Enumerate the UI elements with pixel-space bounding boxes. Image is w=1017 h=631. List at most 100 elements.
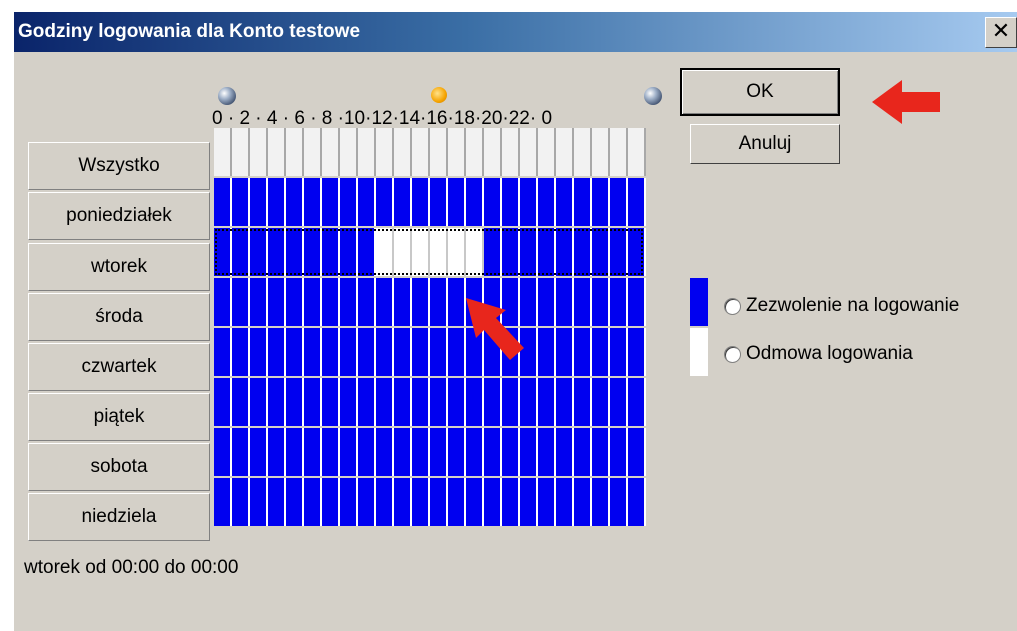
- hour-cell-allowed[interactable]: [232, 228, 250, 276]
- hour-cell-allowed[interactable]: [286, 378, 304, 426]
- hour-column-header[interactable]: [592, 128, 610, 176]
- hour-cell-allowed[interactable]: [412, 278, 430, 326]
- hour-cell-allowed[interactable]: [574, 278, 592, 326]
- hour-cell-allowed[interactable]: [430, 478, 448, 526]
- hour-column-header[interactable]: [268, 128, 286, 176]
- hour-cell-allowed[interactable]: [484, 428, 502, 476]
- logon-hours-grid[interactable]: [214, 128, 646, 528]
- hour-cell-allowed[interactable]: [466, 478, 484, 526]
- hour-column-header[interactable]: [250, 128, 268, 176]
- hour-cell-allowed[interactable]: [556, 478, 574, 526]
- day-button-saturday[interactable]: sobota: [28, 443, 210, 491]
- hour-cell-allowed[interactable]: [358, 478, 376, 526]
- hour-cell-allowed[interactable]: [502, 228, 520, 276]
- hour-cell-allowed[interactable]: [574, 378, 592, 426]
- hour-cell-allowed[interactable]: [430, 278, 448, 326]
- hour-cell-allowed[interactable]: [466, 178, 484, 226]
- hour-cell-allowed[interactable]: [574, 478, 592, 526]
- hour-cell-allowed[interactable]: [232, 278, 250, 326]
- day-button-friday[interactable]: piątek: [28, 393, 210, 441]
- hour-column-header[interactable]: [466, 128, 484, 176]
- hour-cell-allowed[interactable]: [286, 178, 304, 226]
- hour-cell-allowed[interactable]: [394, 428, 412, 476]
- hour-cell-allowed[interactable]: [268, 428, 286, 476]
- hour-column-header[interactable]: [412, 128, 430, 176]
- hour-cell-allowed[interactable]: [628, 228, 646, 276]
- ok-button[interactable]: OK: [680, 68, 840, 116]
- hour-column-header[interactable]: [358, 128, 376, 176]
- hour-cell-allowed[interactable]: [574, 228, 592, 276]
- hour-cell-allowed[interactable]: [628, 328, 646, 376]
- deny-logon-radio[interactable]: [724, 346, 741, 363]
- hour-cell-allowed[interactable]: [232, 178, 250, 226]
- hour-cell-allowed[interactable]: [448, 428, 466, 476]
- hour-cell-allowed[interactable]: [358, 378, 376, 426]
- day-button-sunday[interactable]: niedziela: [28, 493, 210, 541]
- hour-column-header[interactable]: [448, 128, 466, 176]
- hour-cell-allowed[interactable]: [322, 228, 340, 276]
- hour-cell-allowed[interactable]: [412, 478, 430, 526]
- hour-cell-allowed[interactable]: [340, 278, 358, 326]
- hour-cell-allowed[interactable]: [556, 378, 574, 426]
- hour-cell-allowed[interactable]: [214, 478, 232, 526]
- hour-cell-allowed[interactable]: [610, 228, 628, 276]
- hour-cell-allowed[interactable]: [250, 378, 268, 426]
- hour-cell-allowed[interactable]: [628, 428, 646, 476]
- hour-cell-allowed[interactable]: [538, 428, 556, 476]
- hour-cell-allowed[interactable]: [466, 428, 484, 476]
- hour-cell-allowed[interactable]: [322, 428, 340, 476]
- hour-cell-allowed[interactable]: [358, 278, 376, 326]
- allow-logon-radio[interactable]: [724, 298, 741, 315]
- hour-cell-allowed[interactable]: [232, 428, 250, 476]
- hour-cell-allowed[interactable]: [556, 278, 574, 326]
- hour-cell-allowed[interactable]: [322, 328, 340, 376]
- hour-cell-allowed[interactable]: [484, 228, 502, 276]
- hour-cell-allowed[interactable]: [430, 178, 448, 226]
- hour-cell-allowed[interactable]: [304, 228, 322, 276]
- hour-cell-allowed[interactable]: [556, 178, 574, 226]
- hour-cell-allowed[interactable]: [376, 178, 394, 226]
- hour-column-header[interactable]: [574, 128, 592, 176]
- hour-cell-allowed[interactable]: [412, 328, 430, 376]
- hour-column-header[interactable]: [484, 128, 502, 176]
- hour-cell-allowed[interactable]: [394, 178, 412, 226]
- hour-cell-allowed[interactable]: [286, 478, 304, 526]
- day-button-tuesday[interactable]: wtorek: [28, 243, 210, 291]
- hour-cell-denied[interactable]: [412, 228, 430, 276]
- hour-cell-allowed[interactable]: [628, 178, 646, 226]
- hour-cell-allowed[interactable]: [610, 378, 628, 426]
- hour-cell-denied[interactable]: [394, 228, 412, 276]
- hour-cell-allowed[interactable]: [304, 378, 322, 426]
- day-button-thursday[interactable]: czwartek: [28, 343, 210, 391]
- hour-cell-allowed[interactable]: [610, 178, 628, 226]
- hour-cell-allowed[interactable]: [502, 478, 520, 526]
- hour-cell-allowed[interactable]: [466, 378, 484, 426]
- hour-cell-allowed[interactable]: [538, 478, 556, 526]
- hour-cell-allowed[interactable]: [394, 328, 412, 376]
- hour-cell-denied[interactable]: [376, 228, 394, 276]
- hour-cell-allowed[interactable]: [430, 428, 448, 476]
- hour-cell-allowed[interactable]: [448, 378, 466, 426]
- hour-cell-allowed[interactable]: [322, 178, 340, 226]
- hour-column-header[interactable]: [304, 128, 322, 176]
- hour-cell-allowed[interactable]: [520, 478, 538, 526]
- hour-cell-allowed[interactable]: [628, 478, 646, 526]
- hour-cell-allowed[interactable]: [538, 178, 556, 226]
- hour-cell-allowed[interactable]: [556, 228, 574, 276]
- hour-cell-allowed[interactable]: [592, 378, 610, 426]
- hour-cell-allowed[interactable]: [214, 178, 232, 226]
- hour-cell-allowed[interactable]: [574, 428, 592, 476]
- hour-cell-allowed[interactable]: [538, 378, 556, 426]
- hour-cell-allowed[interactable]: [286, 228, 304, 276]
- hour-column-header[interactable]: [556, 128, 574, 176]
- hour-column-header[interactable]: [322, 128, 340, 176]
- hour-cell-allowed[interactable]: [448, 478, 466, 526]
- hour-cell-allowed[interactable]: [250, 178, 268, 226]
- hour-cell-allowed[interactable]: [394, 378, 412, 426]
- hour-column-header[interactable]: [340, 128, 358, 176]
- hour-cell-allowed[interactable]: [214, 278, 232, 326]
- hour-cell-allowed[interactable]: [538, 228, 556, 276]
- hour-cell-allowed[interactable]: [520, 428, 538, 476]
- hour-column-header[interactable]: [376, 128, 394, 176]
- hour-cell-allowed[interactable]: [610, 428, 628, 476]
